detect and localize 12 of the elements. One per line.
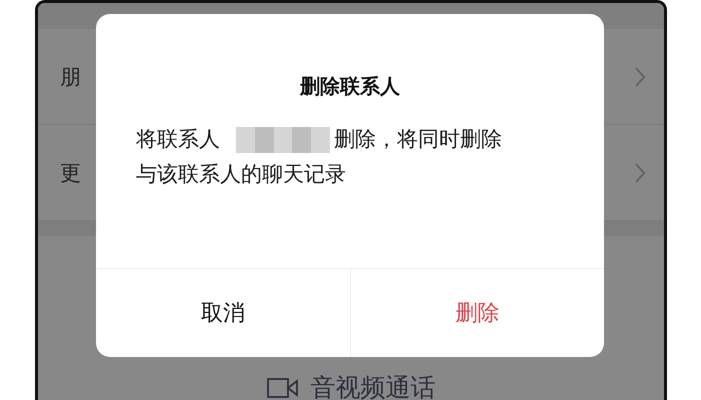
dialog-title: 删除联系人: [298, 73, 401, 100]
message-text: 删除，将同时删除: [334, 126, 502, 153]
dialog-button[interactable]: 删除: [350, 269, 604, 357]
chevron-icon: [634, 66, 646, 88]
row-label: 朋: [60, 64, 81, 90]
row-label: 更: [60, 160, 81, 186]
video-call-button[interactable]: 音视频通话: [266, 371, 436, 400]
chevron-icon: [634, 162, 646, 184]
video-camera-icon: [266, 376, 298, 398]
message-text: 将联系人: [136, 126, 220, 153]
dialog-button[interactable]: 取消: [96, 269, 350, 357]
message-text: 与该联系人的聊天记录: [136, 161, 346, 188]
